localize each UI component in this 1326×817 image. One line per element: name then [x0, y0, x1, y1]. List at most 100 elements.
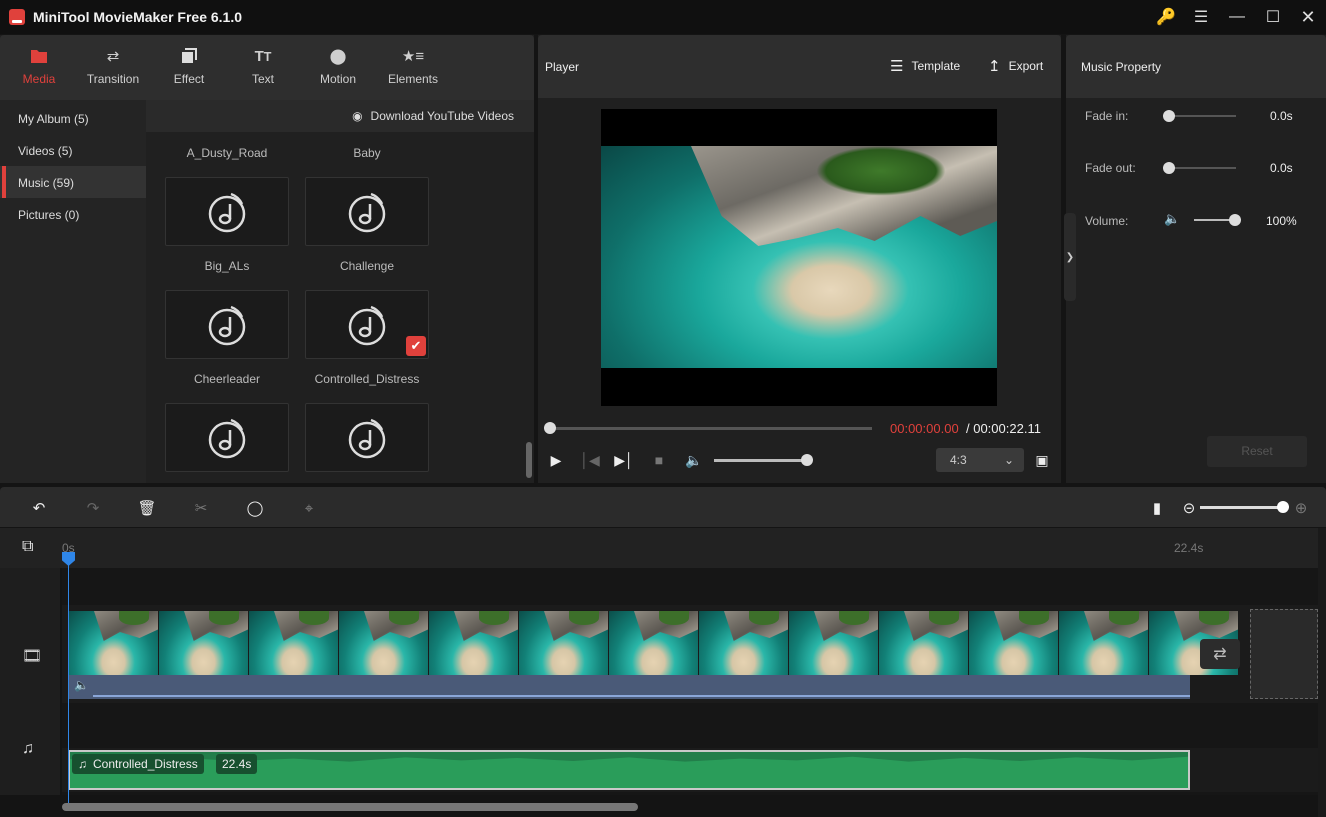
sidebar-item-my-album[interactable]: My Album (5) [0, 102, 146, 134]
tab-text[interactable]: TT Text [225, 35, 301, 100]
video-thumbnail [699, 611, 789, 675]
previous-frame-button[interactable]: │◀ [580, 451, 600, 469]
media-item-challenge[interactable] [305, 177, 429, 246]
media-item[interactable] [165, 403, 289, 472]
media-item-label: Controlled_Distress [314, 372, 420, 386]
sidebar-item-music[interactable]: Music (59) [0, 166, 146, 198]
video-clip-thumbnails [69, 611, 1239, 675]
tab-motion[interactable]: ⬤ Motion [300, 35, 376, 100]
tab-media[interactable]: Media [1, 35, 77, 100]
speaker-icon[interactable]: 🔈 [74, 678, 89, 692]
video-clip[interactable]: 🔈 [68, 610, 1239, 699]
selected-check-icon[interactable]: ✔ [406, 336, 426, 356]
aspect-ratio-select[interactable]: 4:3 ⌄ [936, 448, 1024, 472]
audio-clip-duration: 22.4s [216, 754, 258, 774]
download-youtube-label: Download YouTube Videos [370, 109, 514, 123]
timeline-ruler[interactable]: ⧉ 0s 22.4s [0, 528, 1318, 568]
key-icon[interactable]: 🔑 [1155, 6, 1177, 28]
undo-button[interactable]: ↶ [28, 497, 50, 519]
speaker-icon: 🔈 [685, 451, 703, 468]
title-bar: MiniTool MovieMaker Free 6.1.0 🔑 ☰ — ☐ ✕ [0, 0, 1326, 34]
media-item[interactable] [305, 403, 429, 472]
fade-out-handle[interactable] [1163, 162, 1175, 174]
tab-transition[interactable]: ⇄ Transition [75, 35, 151, 100]
tab-effect[interactable]: Effect [151, 35, 227, 100]
fade-in-slider[interactable] [1168, 115, 1236, 117]
media-scrollbar[interactable] [526, 442, 532, 478]
playhead-line[interactable] [68, 560, 69, 805]
media-item-controlled-distress[interactable]: ✔ [305, 290, 429, 359]
layers-icon [181, 48, 197, 66]
volume-button[interactable]: 🔈 [684, 451, 704, 469]
player-header: Player ☰ Template ↥ Export [538, 35, 1061, 98]
trash-icon: 🗑 [137, 500, 157, 517]
app-logo-icon [9, 9, 25, 25]
audio-clip[interactable]: ♫ Controlled_Distress 22.4s [68, 750, 1190, 790]
fade-out-slider[interactable] [1168, 167, 1236, 169]
delete-button[interactable]: 🗑 [136, 497, 158, 519]
reset-button[interactable]: Reset [1207, 436, 1307, 467]
zoom-in-button[interactable]: ⊕ [1290, 497, 1312, 519]
video-thumbnail [519, 611, 609, 675]
minimize-icon[interactable]: — [1226, 6, 1248, 28]
tab-elements[interactable]: ★≡ Elements [375, 35, 451, 100]
stop-button[interactable]: ■ [650, 451, 668, 469]
timeline-horizontal-scrollbar[interactable] [62, 803, 638, 811]
template-label: Template [911, 59, 961, 73]
fade-in-handle[interactable] [1163, 110, 1175, 122]
seek-handle[interactable] [544, 422, 556, 434]
current-time: 00:00:00.00 [890, 421, 959, 436]
template-button[interactable]: ☰ Template [890, 57, 960, 75]
video-thumbnail [249, 611, 339, 675]
chevron-right-icon: ❯ [1065, 251, 1075, 263]
menu-icon[interactable]: ☰ [1190, 6, 1212, 28]
empty-clip-slot[interactable] [1250, 609, 1318, 699]
music-note-icon [208, 192, 246, 232]
timeline-zoom-slider[interactable] [1200, 506, 1283, 509]
timeline-vertical-scrollbar[interactable] [1318, 528, 1326, 817]
split-button[interactable]: ✂ [190, 497, 212, 519]
audio-clip-name-tag: ♫ Controlled_Distress [72, 754, 204, 774]
video-thumbnail [969, 611, 1059, 675]
speed-button[interactable]: ◯ [244, 497, 266, 519]
redo-button[interactable]: ↷ [82, 497, 104, 519]
media-item-cheerleader[interactable] [165, 290, 289, 359]
seek-bar[interactable] [550, 427, 872, 430]
play-button[interactable]: ▶ [547, 451, 565, 469]
crop-button[interactable]: ⌖ [298, 497, 320, 519]
media-item-label: A_Dusty_Road [186, 146, 268, 160]
audio-clip-name: Controlled_Distress [93, 757, 198, 771]
media-sidebar: My Album (5) Videos (5) Music (59) Pictu… [0, 100, 146, 483]
maximize-icon[interactable]: ☐ [1262, 6, 1284, 28]
volume-handle[interactable] [801, 454, 813, 466]
sidebar-item-videos[interactable]: Videos (5) [0, 134, 146, 166]
sidebar-item-pictures[interactable]: Pictures (0) [0, 198, 146, 230]
fullscreen-button[interactable]: ▣ [1033, 451, 1051, 469]
plus-circle-icon: ⊕ [1294, 500, 1308, 517]
music-volume-handle[interactable] [1229, 214, 1241, 226]
collapse-panel-button[interactable]: ❯ [1064, 213, 1076, 301]
music-note-icon [348, 305, 386, 345]
volume-slider[interactable] [714, 459, 807, 462]
video-thumbnail [609, 611, 699, 675]
stop-icon: ■ [654, 452, 664, 468]
add-track-icon[interactable]: ⧉ [22, 538, 33, 556]
close-icon[interactable]: ✕ [1297, 6, 1319, 28]
media-item-big-als[interactable] [165, 177, 289, 246]
fit-timeline-button[interactable]: ▮ [1146, 497, 1168, 519]
swap-arrows-icon: ⇄ [1213, 646, 1227, 663]
export-button[interactable]: ↥ Export [988, 57, 1043, 75]
fit-icon: ▮ [1152, 500, 1162, 517]
transition-button[interactable]: ⇄ [1200, 639, 1240, 669]
speaker-icon: 🔈 [1164, 211, 1181, 226]
zoom-out-button[interactable]: ⊝ [1178, 497, 1200, 519]
download-youtube-link[interactable]: ◉ Download YouTube Videos [352, 109, 514, 123]
timeline-zoom-handle[interactable] [1277, 501, 1289, 513]
video-volume-line[interactable] [93, 695, 1190, 697]
video-preview[interactable] [601, 109, 997, 406]
tab-label: Text [251, 72, 274, 86]
video-thumbnail [69, 611, 159, 675]
next-frame-button[interactable]: ▶│ [614, 451, 634, 469]
skip-forward-icon: ▶│ [614, 451, 634, 468]
toolbar-tabs: Media ⇄ Transition Effect TT Text ⬤ Moti… [0, 35, 534, 100]
